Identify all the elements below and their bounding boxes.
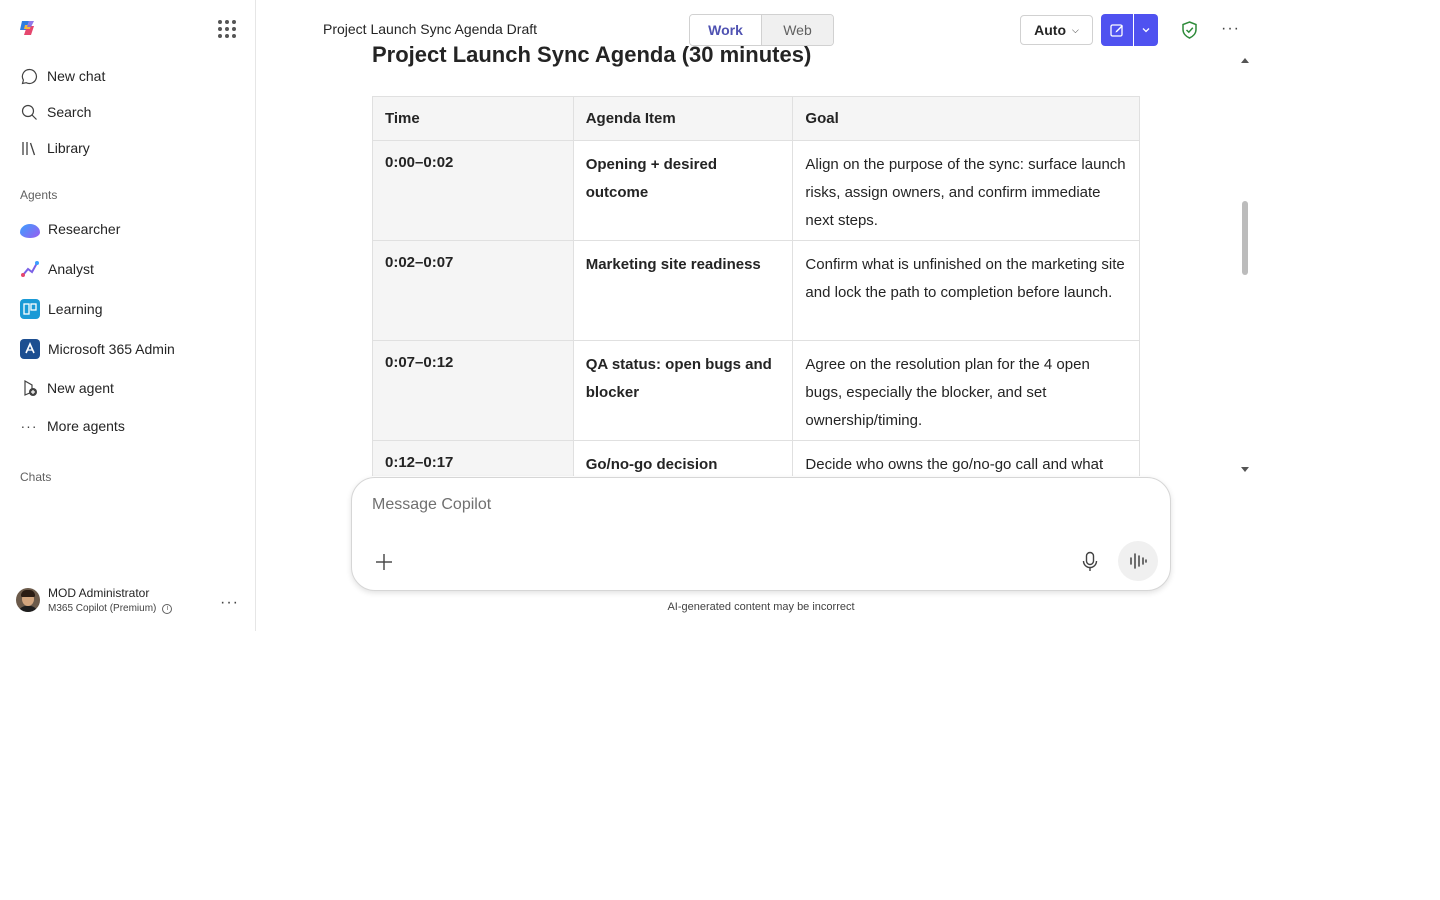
sidebar-item-researcher[interactable]: Researcher: [20, 219, 120, 239]
sidebar-item-m365-admin[interactable]: Microsoft 365 Admin: [20, 339, 175, 359]
shield-icon[interactable]: [1181, 21, 1198, 44]
scrollbar-thumb[interactable]: [1242, 201, 1248, 275]
agenda-item-cell: Marketing site readiness: [572, 240, 794, 341]
mode-toggle: Work Web: [689, 14, 834, 46]
chat-title: Project Launch Sync Agenda Draft: [323, 21, 538, 37]
agenda-item-cell: Opening + desired outcome: [572, 140, 794, 241]
agenda-item-cell: Go/no-go decision: [572, 440, 794, 476]
microphone-icon: [1082, 551, 1098, 571]
sidebar-item-search[interactable]: Search: [20, 102, 91, 122]
sidebar-item-label: Search: [47, 104, 92, 120]
document-heading: Project Launch Sync Agenda (30 minutes): [372, 44, 812, 67]
sidebar-item-label: Analyst: [48, 261, 94, 277]
tab-web[interactable]: Web: [761, 15, 833, 45]
agenda-item-cell: QA status: open bugs and blocker: [572, 340, 794, 441]
sidebar-item-label: Researcher: [48, 221, 121, 237]
app-launcher-icon[interactable]: [218, 20, 236, 38]
sidebar: New chat Search Library Agents Researche…: [0, 0, 256, 631]
chevron-down-icon: [1142, 28, 1150, 33]
sidebar-item-label: New agent: [47, 380, 114, 396]
sidebar-item-label: Microsoft 365 Admin: [48, 341, 175, 357]
chat-bubble-icon: [20, 67, 38, 85]
chevron-down-icon: ⌵: [1072, 24, 1079, 35]
waveform-icon: [1130, 553, 1147, 569]
admin-icon: [20, 339, 40, 359]
message-composer: [351, 477, 1171, 591]
scroll-down-arrow-icon[interactable]: [1241, 467, 1249, 472]
model-select-label: Auto: [1034, 22, 1067, 38]
message-input[interactable]: [372, 496, 1052, 514]
sidebar-item-new-agent[interactable]: New agent: [20, 378, 114, 398]
chat-content: Project Launch Sync Agenda (30 minutes) …: [372, 44, 1152, 476]
plus-icon: [376, 554, 392, 570]
goal-cell: Decide who owns the go/no-go call and wh…: [792, 440, 1140, 476]
researcher-icon: [20, 223, 40, 238]
tab-work[interactable]: Work: [690, 15, 761, 45]
library-icon: [20, 139, 38, 157]
sidebar-item-library[interactable]: Library: [20, 138, 90, 158]
sidebar-item-learning[interactable]: Learning: [20, 299, 103, 319]
agenda-table: Time Agenda Item Goal 0:00–0:02 Opening …: [372, 96, 1140, 476]
column-header-agenda-item: Agenda Item: [572, 96, 794, 141]
profile-plan-label: M365 Copilot (Premium): [48, 603, 157, 614]
agents-section-label: Agents: [20, 188, 58, 202]
model-select-button[interactable]: Auto ⌵: [1020, 15, 1093, 45]
profile-name: MOD Administrator: [48, 586, 150, 600]
sidebar-item-new-chat[interactable]: New chat: [20, 66, 105, 86]
table-row: 0:00–0:02 Opening + desired outcome Alig…: [372, 140, 1140, 241]
time-cell: 0:12–0:17: [372, 440, 574, 476]
more-icon: ···: [20, 418, 38, 434]
sidebar-item-label: Learning: [48, 301, 103, 317]
add-attachment-button[interactable]: [374, 552, 394, 572]
copilot-logo-icon[interactable]: [18, 18, 38, 38]
compose-icon: [1110, 24, 1123, 37]
goal-cell: Agree on the resolution plan for the 4 o…: [792, 340, 1140, 441]
sidebar-item-more-agents[interactable]: ··· More agents: [20, 416, 125, 436]
time-cell: 0:07–0:12: [372, 340, 574, 441]
goal-cell: Align on the purpose of the sync: surfac…: [792, 140, 1140, 241]
info-icon[interactable]: i: [162, 603, 173, 614]
new-chat-button[interactable]: [1101, 14, 1133, 46]
analyst-icon: [20, 259, 40, 279]
time-cell: 0:00–0:02: [372, 140, 574, 241]
table-header-row: Time Agenda Item Goal: [372, 96, 1140, 141]
user-profile[interactable]: MOD Administrator M365 Copilot (Premium)…: [16, 586, 246, 618]
sidebar-item-label: Library: [47, 140, 90, 156]
profile-plan: M365 Copilot (Premium) i: [48, 603, 173, 614]
goal-cell: Confirm what is unfinished on the market…: [792, 240, 1140, 341]
column-header-time: Time: [372, 96, 574, 141]
search-icon: [20, 103, 38, 121]
scroll-up-arrow-icon[interactable]: [1241, 58, 1249, 63]
learning-icon: [20, 299, 40, 319]
sidebar-item-label: New chat: [47, 68, 106, 84]
sidebar-item-analyst[interactable]: Analyst: [20, 259, 94, 279]
sidebar-item-label: More agents: [47, 418, 125, 434]
voice-mode-button[interactable]: [1118, 541, 1158, 581]
column-header-goal: Goal: [792, 96, 1140, 141]
more-options-icon[interactable]: ···: [1221, 20, 1240, 38]
new-chat-dropdown-button[interactable]: [1134, 14, 1158, 46]
table-row: 0:12–0:17 Go/no-go decision Decide who o…: [372, 440, 1140, 476]
microphone-button[interactable]: [1080, 551, 1100, 578]
time-cell: 0:02–0:07: [372, 240, 574, 341]
avatar: [16, 588, 40, 612]
new-agent-icon: [20, 379, 38, 397]
ai-disclaimer: AI-generated content may be incorrect: [667, 601, 855, 613]
chats-section-label: Chats: [20, 470, 52, 484]
table-row: 0:02–0:07 Marketing site readiness Confi…: [372, 240, 1140, 341]
profile-more-icon[interactable]: ···: [220, 594, 239, 612]
table-row: 0:07–0:12 QA status: open bugs and block…: [372, 340, 1140, 441]
